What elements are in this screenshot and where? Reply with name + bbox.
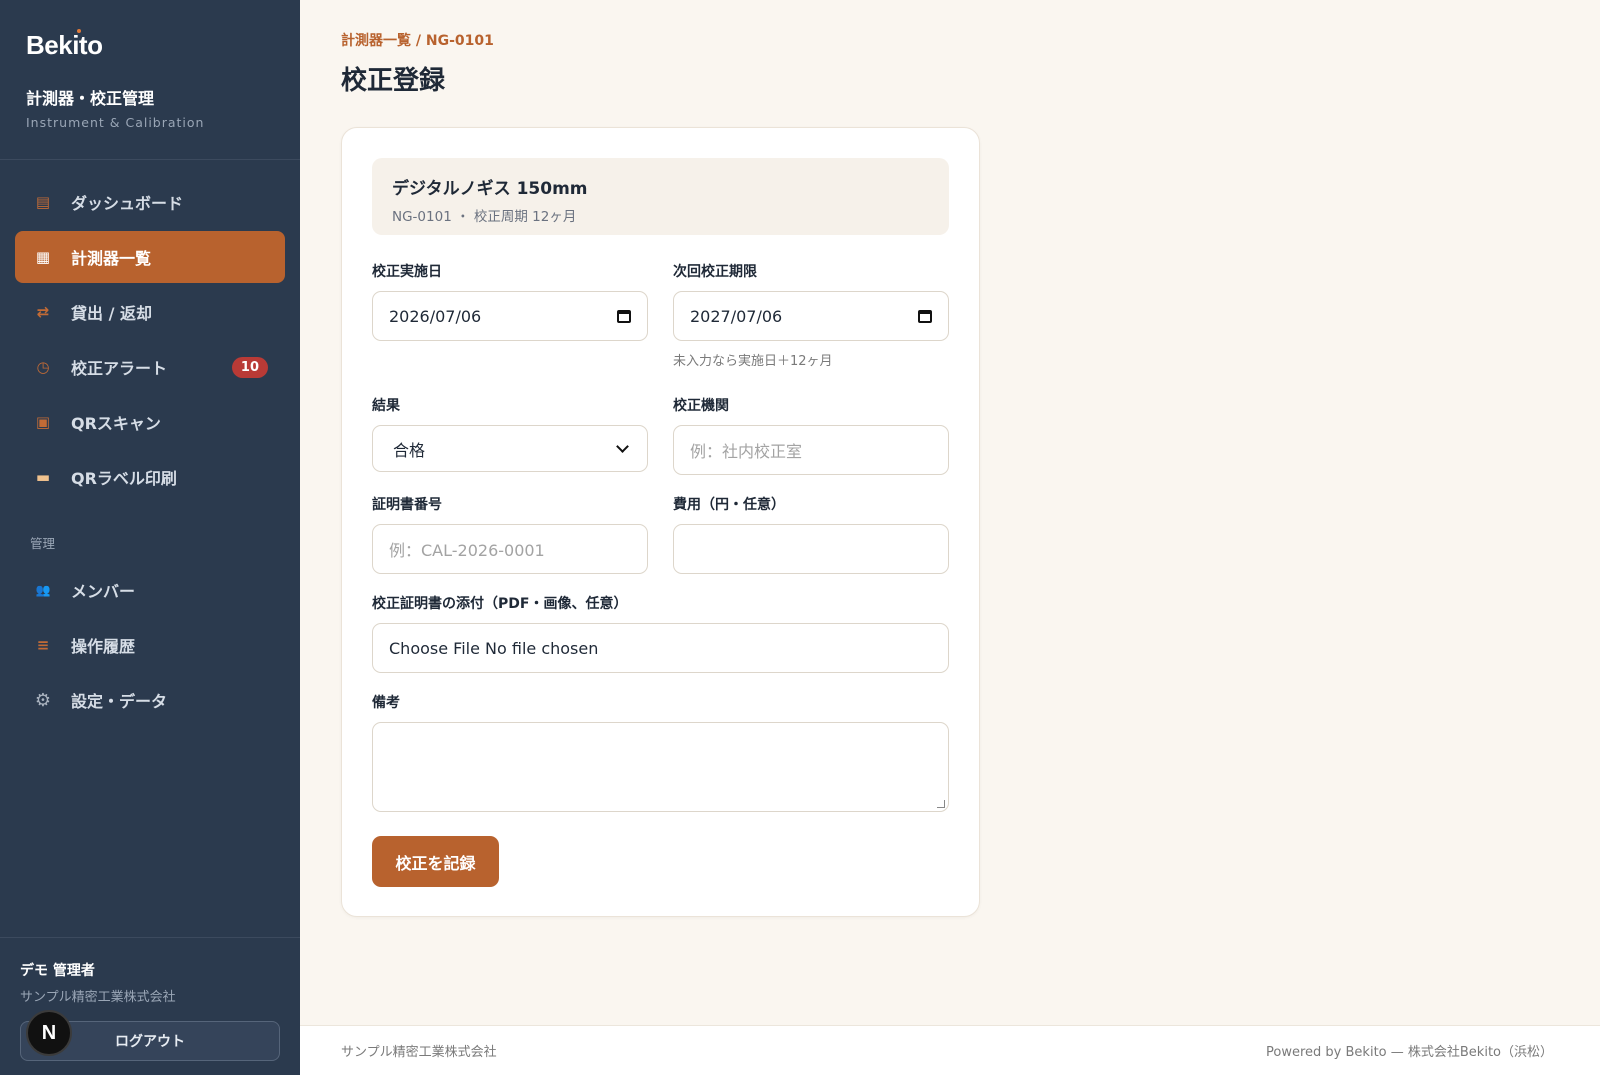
certificate-number-field: 証明書番号 例：CAL-2026-0001 — [372, 494, 648, 574]
calibration-org-field: 校正機関 例：社内校正室 — [673, 395, 949, 475]
file-input-text: Choose File No file chosen — [389, 638, 599, 658]
clock-icon: ◷ — [36, 358, 50, 376]
result-select[interactable]: 合格 — [372, 425, 648, 472]
nav-item-label: QRラベル印刷 — [71, 469, 177, 488]
field-label: 備考 — [372, 695, 400, 711]
calendar-icon[interactable] — [617, 309, 631, 323]
nav-item-label: 計測器一覧 — [71, 249, 152, 268]
file-input[interactable]: Choose File No file chosen — [372, 623, 949, 673]
main-content: 計測器一覧 / NG-0101 校正登録 デジタルノギス 150mm NG-01… — [300, 0, 1600, 1025]
calibration-org-input[interactable]: 例：社内校正室 — [673, 425, 949, 475]
dashboard-icon: ▤ — [35, 193, 51, 211]
app-subtitle: Instrument & Calibration — [26, 115, 205, 130]
calibration-form-card: デジタルノギス 150mm NG-0101 ・ 校正周期 12ヶ月 校正実施日 … — [341, 127, 980, 917]
calendar-icon[interactable] — [918, 309, 932, 323]
nav-item-instruments[interactable]: ▦ 計測器一覧 — [15, 231, 285, 283]
calibration-date-input[interactable]: 2026/07/06 — [372, 291, 648, 341]
page-footer: サンプル精密工業株式会社 Powered by Bekito — 株式会社Bek… — [300, 1025, 1600, 1075]
section-label-admin: 管理 — [30, 536, 56, 551]
logout-label: ログアウト — [115, 1034, 185, 1050]
nav-item-label: 設定・データ — [71, 692, 168, 711]
avatar[interactable]: N — [26, 1010, 72, 1056]
certificate-attachment-field: 校正証明書の添付（PDF・画像、任意） Choose File No file … — [372, 593, 949, 673]
nav-item-label: ダッシュボード — [71, 194, 184, 213]
field-label: 結果 — [372, 398, 400, 414]
sidebar: Bekito 計測器・校正管理 Instrument & Calibration… — [0, 0, 300, 1075]
brand: Bekito 計測器・校正管理 Instrument & Calibration — [0, 0, 300, 160]
field-label: 証明書番号 — [372, 497, 442, 513]
nav-item-qr-label[interactable]: ▬ QRラベル印刷 — [15, 451, 285, 503]
nav-item-alerts[interactable]: ◷ 校正アラート 10 — [15, 341, 285, 393]
gear-icon: ⚙ — [34, 689, 52, 711]
input-value: 2026/07/06 — [389, 306, 482, 326]
alert-count-badge: 10 — [231, 356, 268, 378]
nav-item-label: 貸出 / 返却 — [71, 304, 152, 323]
user-name: デモ 管理者 — [20, 963, 95, 979]
grid-icon: ▦ — [35, 248, 51, 266]
footer-powered-by: Powered by Bekito — 株式会社Bekito（浜松） — [1266, 1045, 1553, 1060]
nav-item-dashboard[interactable]: ▤ ダッシュボード — [15, 176, 285, 228]
chevron-down-icon — [616, 439, 629, 453]
next-due-input[interactable]: 2027/07/06 — [673, 291, 949, 341]
nav-item-label: QRスキャン — [71, 414, 161, 433]
instrument-name: デジタルノギス 150mm — [392, 179, 588, 199]
logout-button[interactable]: N ログアウト — [20, 1010, 280, 1061]
list-icon: ≡ — [36, 636, 50, 654]
input-placeholder: 例：CAL-2026-0001 — [389, 541, 545, 560]
nav-item-label: 校正アラート — [71, 359, 168, 378]
page-title: 校正登録 — [341, 66, 446, 96]
nav-item-label: 操作履歴 — [71, 637, 136, 656]
result-field: 結果 合格 — [372, 395, 648, 472]
notes-textarea[interactable] — [372, 722, 949, 812]
input-value: 2027/07/06 — [690, 306, 783, 326]
main-nav: ▤ ダッシュボード ▦ 計測器一覧 ⇄ 貸出 / 返却 ◷ 校正アラート 10 … — [0, 160, 300, 726]
notes-field: 備考 — [372, 692, 949, 812]
instrument-meta: NG-0101 ・ 校正周期 12ヶ月 — [392, 209, 577, 225]
footer-company: サンプル精密工業株式会社 — [341, 1045, 497, 1060]
calibration-date-field: 校正実施日 2026/07/06 — [372, 261, 648, 341]
user-org: サンプル精密工業株式会社 — [20, 990, 176, 1005]
input-placeholder: 例：社内校正室 — [690, 442, 803, 461]
instrument-summary: デジタルノギス 150mm NG-0101 ・ 校正周期 12ヶ月 — [372, 158, 949, 235]
sidebar-footer: デモ 管理者 サンプル精密工業株式会社 N ログアウト — [0, 937, 300, 1075]
tag-icon: ▬ — [35, 468, 51, 486]
field-label: 校正実施日 — [372, 264, 442, 280]
cost-field: 費用（円・任意） — [673, 494, 949, 574]
nav-item-label: メンバー — [71, 582, 136, 601]
qr-scan-icon: ▣ — [35, 413, 51, 431]
nav-item-history[interactable]: ≡ 操作履歴 — [15, 619, 285, 671]
nav-item-members[interactable]: 👥 メンバー — [15, 564, 285, 616]
select-value: 合格 — [393, 440, 426, 460]
swap-icon: ⇄ — [36, 303, 50, 321]
cost-input[interactable] — [673, 524, 949, 574]
next-due-hint: 未入力なら実施日＋12ヶ月 — [673, 354, 833, 369]
nav-item-qr-scan[interactable]: ▣ QRスキャン — [15, 396, 285, 448]
app-name: 計測器・校正管理 — [26, 89, 155, 108]
field-label: 校正証明書の添付（PDF・画像、任意） — [372, 596, 628, 612]
field-label: 校正機関 — [673, 398, 729, 414]
nav-item-lending[interactable]: ⇄ 貸出 / 返却 — [15, 286, 285, 338]
certificate-number-input[interactable]: 例：CAL-2026-0001 — [372, 524, 648, 574]
field-label: 費用（円・任意） — [673, 497, 785, 513]
users-icon: 👥 — [35, 583, 51, 597]
record-calibration-button[interactable]: 校正を記録 — [372, 836, 499, 887]
resize-handle-icon[interactable] — [937, 800, 945, 808]
field-label: 次回校正期限 — [673, 264, 757, 280]
logo[interactable]: Bekito — [26, 29, 103, 61]
nav-item-settings[interactable]: ⚙ 設定・データ — [15, 674, 285, 726]
logo-dot — [77, 29, 81, 33]
next-due-field: 次回校正期限 2027/07/06 未入力なら実施日＋12ヶ月 — [673, 261, 949, 369]
logo-text: Bekito — [26, 30, 103, 60]
breadcrumb[interactable]: 計測器一覧 / NG-0101 — [341, 30, 1600, 50]
